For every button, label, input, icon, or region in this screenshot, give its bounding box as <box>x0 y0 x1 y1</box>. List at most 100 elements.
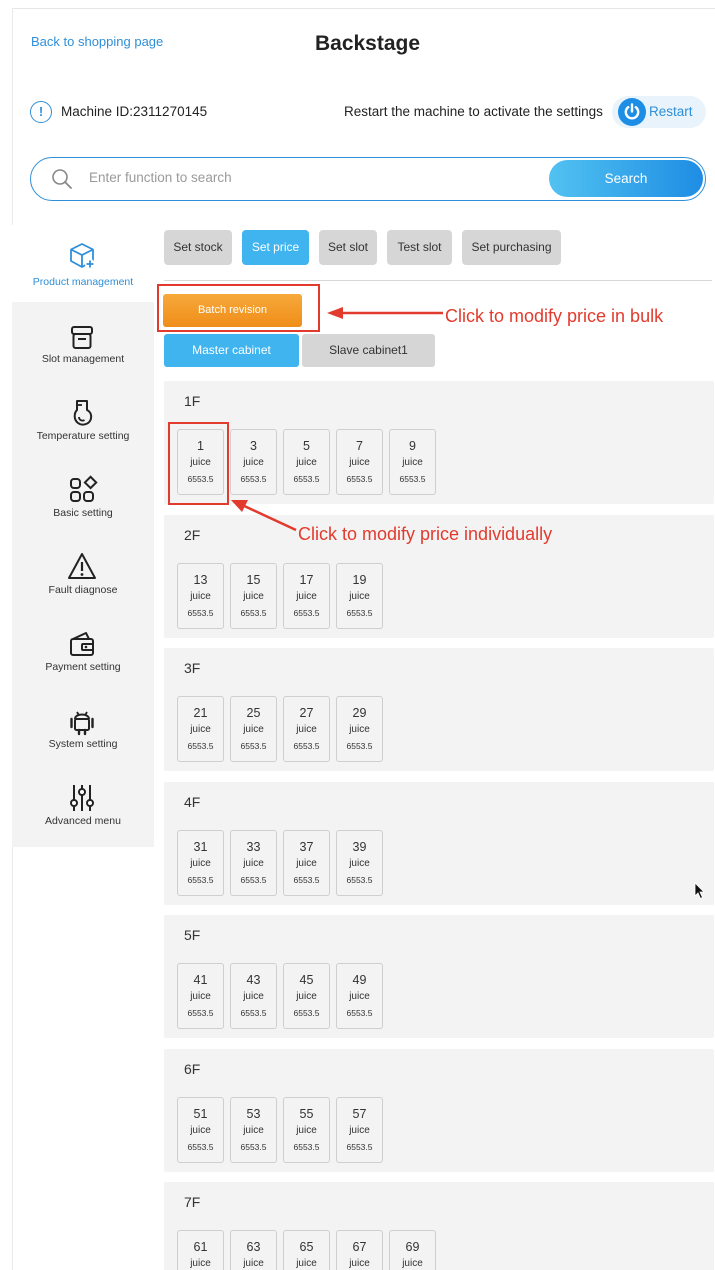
slot-number: 65 <box>299 1240 314 1254</box>
floor-section: 7F 61juice6553.563juice6553.565juice6553.… <box>164 1182 714 1270</box>
slot-price: 6553.5 <box>346 1008 373 1018</box>
slot-card[interactable]: 57 juice 6553.5 <box>336 1096 383 1163</box>
slot-card[interactable]: 63juice6553.5 <box>230 1230 277 1270</box>
slot-price: 6553.5 <box>240 607 267 618</box>
slot-card[interactable]: 61juice6553.5 <box>177 1230 224 1270</box>
sidebar-item-system-setting[interactable]: System setting <box>12 701 154 778</box>
sidebar-item-fault-diagnose[interactable]: Fault diagnose <box>12 547 154 624</box>
slot-price: 6553.5 <box>187 607 214 618</box>
slot-card[interactable]: 45 juice 6553.5 <box>283 963 330 1029</box>
restart-button[interactable]: Restart <box>612 96 706 128</box>
slot-card[interactable]: 5 juice 6553.5 <box>283 429 330 495</box>
slot-product-name: juice <box>190 991 211 1002</box>
slot-card[interactable]: 7 juice 6553.5 <box>336 429 383 495</box>
slot-product-name: juice <box>190 1258 211 1269</box>
tab-set-price[interactable]: Set price <box>242 230 309 265</box>
slot-number: 57 <box>352 1106 367 1121</box>
top-border <box>12 8 715 9</box>
slot-price: 6553.5 <box>293 874 320 885</box>
slot-price: 6553.5 <box>399 474 426 484</box>
slot-number: 25 <box>246 706 261 720</box>
slot-product-name: juice <box>296 724 317 735</box>
slot-product-name: juice <box>349 857 370 869</box>
slot-product-name: juice <box>402 1258 423 1269</box>
search-input[interactable] <box>89 170 489 185</box>
slot-card[interactable]: 9 juice 6553.5 <box>389 429 436 495</box>
sidebar-item-advanced-menu[interactable]: Advanced menu <box>12 778 154 855</box>
slot-card[interactable]: 3 juice 6553.5 <box>230 429 277 495</box>
slot-number: 45 <box>299 973 314 987</box>
slot-product-name: juice <box>243 724 264 735</box>
slot-card[interactable]: 39 juice 6553.5 <box>336 829 383 896</box>
slot-card[interactable]: 41 juice 6553.5 <box>177 963 224 1029</box>
slot-card[interactable]: 55 juice 6553.5 <box>283 1096 330 1163</box>
sidebar-item-label: Advanced menu <box>45 815 121 827</box>
slot-price: 6553.5 <box>346 741 373 751</box>
slot-price: 6553.5 <box>293 741 320 751</box>
slot-product-name: juice <box>190 857 211 869</box>
floor-title: 5F <box>184 927 201 943</box>
individual-annotation-text: Click to modify price individually <box>298 524 553 544</box>
slot-card[interactable]: 25 juice 6553.5 <box>230 696 277 762</box>
slot-product-name: juice <box>296 857 317 869</box>
slot-number: 63 <box>246 1240 261 1254</box>
sidebar-item-payment-setting[interactable]: Payment setting <box>12 624 154 701</box>
slot-card[interactable]: 37 juice 6553.5 <box>283 829 330 896</box>
bulk-annotation-arrow <box>327 307 443 319</box>
slot-card[interactable]: 53 juice 6553.5 <box>230 1096 277 1163</box>
slot-product-name: juice <box>296 590 317 602</box>
sliders-icon <box>70 785 94 811</box>
slot-number: 5 <box>303 439 310 453</box>
slot-product-name: juice <box>349 1124 370 1136</box>
page-title: Backstage <box>314 32 421 55</box>
slot-card[interactable]: 43 juice 6553.5 <box>230 963 277 1029</box>
sidebar-item-product-management[interactable]: Product management <box>12 225 154 302</box>
slot-card[interactable]: 29 juice 6553.5 <box>336 696 383 762</box>
slot-product-name: juice <box>243 991 264 1002</box>
slot-card[interactable]: 15 juice 6553.5 <box>230 562 277 629</box>
slot-card[interactable]: 49 juice 6553.5 <box>336 963 383 1029</box>
slot-card[interactable]: 65juice6553.5 <box>283 1230 330 1270</box>
slot-card[interactable]: 33 juice 6553.5 <box>230 829 277 896</box>
slot-product-name: juice <box>402 457 423 468</box>
floor-title: 7F <box>184 1194 201 1210</box>
tab-set-stock[interactable]: Set stock <box>164 230 232 265</box>
slot-price: 6553.5 <box>240 874 267 885</box>
slot-card[interactable]: 13 juice 6553.5 <box>177 562 224 629</box>
slot-number: 33 <box>246 839 261 854</box>
slot-card[interactable]: 69juice6553.5 <box>389 1230 436 1270</box>
restart-hint: Restart the machine to activate the sett… <box>344 104 603 119</box>
slot-price: 6553.5 <box>240 474 267 484</box>
slot-card[interactable]: 67juice6553.5 <box>336 1230 383 1270</box>
slot-product-name: juice <box>349 724 370 735</box>
slave-cabinet-button[interactable]: Slave cabinet1 <box>302 334 435 367</box>
tab-test-slot[interactable]: Test slot <box>387 230 452 265</box>
slot-card[interactable]: 17 juice 6553.5 <box>283 562 330 629</box>
sidebar-item-basic-setting[interactable]: Basic setting <box>12 470 154 547</box>
bulk-annotation-box <box>157 284 320 332</box>
sidebar-item-label: Basic setting <box>53 507 113 519</box>
floor-section: 5F 41 juice 6553.5 43 juice 6553.5 45 juice 6553.… <box>164 915 714 1038</box>
tab-divider <box>164 280 712 281</box>
slot-price: 6553.5 <box>346 474 373 484</box>
slot-number: 41 <box>193 973 208 987</box>
slot-card[interactable]: 19 juice 6553.5 <box>336 562 383 629</box>
slot-price: 6553.5 <box>346 874 373 885</box>
master-cabinet-button[interactable]: Master cabinet <box>164 334 299 367</box>
sidebar-item-slot-management[interactable]: Slot management <box>12 316 154 393</box>
slot-card[interactable]: 21 juice 6553.5 <box>177 696 224 762</box>
slot-card[interactable]: 31 juice 6553.5 <box>177 829 224 896</box>
slot-card[interactable]: 27 juice 6553.5 <box>283 696 330 762</box>
floor-section: 6F 51 juice 6553.5 53 juice 6553.5 55 juice 6553.… <box>164 1048 714 1172</box>
tab-set-purchasing[interactable]: Set purchasing <box>462 230 561 265</box>
slot-card[interactable]: 51 juice 6553.5 <box>177 1096 224 1163</box>
tab-set-slot[interactable]: Set slot <box>319 230 377 265</box>
slot-number: 69 <box>405 1240 420 1254</box>
slot-product-name: juice <box>243 457 264 468</box>
floor-section: 3F 21 juice 6553.5 25 juice 6553.5 27 juice 6553.… <box>164 648 714 771</box>
slot-price: 6553.5 <box>293 1141 320 1152</box>
search-button[interactable]: Search <box>549 160 703 197</box>
sidebar-item-temperature-setting[interactable]: Temperature setting <box>12 393 154 470</box>
search-bar: Search <box>30 157 706 201</box>
slot-number: 43 <box>246 973 261 987</box>
